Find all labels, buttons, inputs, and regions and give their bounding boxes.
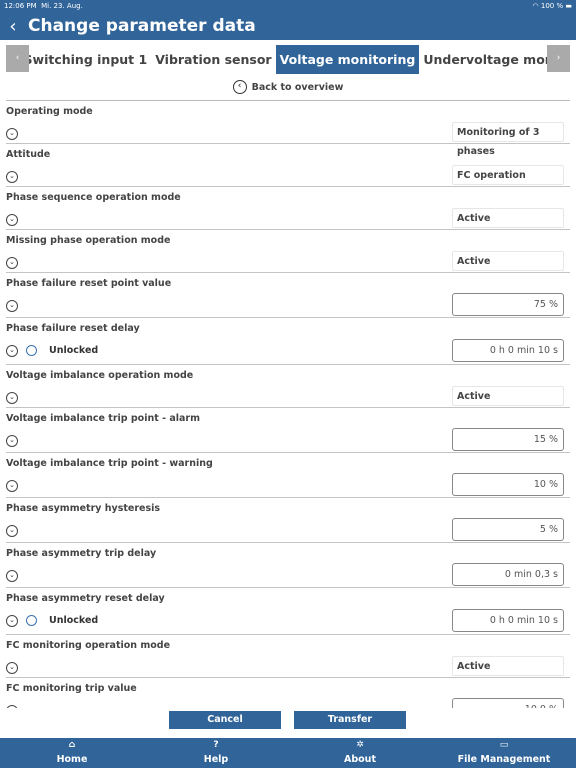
parameter-label: Phase sequence operation mode [6, 192, 181, 203]
expand-chevron-down-icon[interactable]: ⌄ [6, 704, 18, 708]
parameter-input[interactable]: 75 % [452, 293, 564, 316]
parameter-select[interactable]: Active [452, 656, 564, 676]
status-date: Mi. 23. Aug. [41, 2, 83, 10]
back-to-overview-link[interactable]: ‹ Back to overview [0, 80, 576, 94]
lock-toggle-radio[interactable] [26, 615, 37, 626]
expand-chevron-down-icon[interactable]: ⌄ [6, 127, 18, 140]
parameter-row: Voltage imbalance trip point - alarm ⌄ 15 … [6, 408, 570, 453]
parameter-row: Phase asymmetry trip delay ⌄ 0 min 0,3 s [6, 543, 570, 588]
expand-chevron-down-icon[interactable]: ⌄ [6, 434, 18, 447]
expand-chevron-down-icon[interactable]: ⌄ [6, 391, 18, 404]
status-bar: 12:06 PM Mi. 23. Aug. ◠ 100 % ▬ [0, 0, 576, 12]
tab-bar: e 2Switching input 1Vibration sensorVolt… [6, 45, 570, 74]
parameter-label: FC monitoring trip value [6, 683, 137, 694]
parameter-label: Attitude [6, 149, 51, 160]
nav-label: Help [203, 754, 229, 765]
battery-icon: ▬ [565, 2, 572, 10]
question-icon: ? [213, 740, 219, 750]
parameter-select[interactable]: Active [452, 208, 564, 228]
parameter-row: Voltage imbalance trip point - warning ⌄ 1… [6, 453, 570, 498]
wifi-icon: ◠ [532, 2, 539, 10]
parameter-row: Missing phase operation mode ⌄ Active [6, 230, 570, 273]
parameter-label: Operating mode [6, 106, 93, 117]
expand-chevron-down-icon[interactable]: ⌄ [6, 569, 18, 582]
parameter-select[interactable]: Active [452, 251, 564, 271]
parameter-row: Phase asymmetry reset delay ⌄ Unlocked 0 h … [6, 588, 570, 635]
nav-about[interactable]: ✲ About [288, 738, 432, 768]
expand-chevron-down-icon[interactable]: ⌄ [6, 479, 18, 492]
tab-vibration-sensor[interactable]: Vibration sensor [151, 45, 275, 74]
expand-chevron-down-icon[interactable]: ⌄ [6, 213, 18, 226]
parameter-row: Phase failure reset delay ⌄ Unlocked 0 h 0 … [6, 318, 570, 365]
parameter-label: Phase failure reset delay [6, 323, 140, 334]
nav-file-management[interactable]: ▭ File Management [432, 738, 576, 768]
lock-status: Unlocked [49, 345, 99, 356]
back-chevron-left-icon[interactable]: ‹ [0, 16, 26, 37]
expand-chevron-down-icon[interactable]: ⌄ [6, 524, 18, 537]
header: ‹ Change parameter data [0, 12, 576, 40]
parameter-input[interactable]: 10,0 % [452, 698, 564, 708]
parameter-input[interactable]: 0 h 0 min 10 s [452, 339, 564, 362]
page-title: Change parameter data [28, 16, 256, 36]
nav-label: Home [56, 754, 88, 765]
lock-toggle-radio[interactable] [26, 345, 37, 356]
parameter-row: Phase asymmetry hysteresis ⌄ 5 % [6, 498, 570, 543]
circle-chevron-left-icon: ‹ [232, 80, 247, 94]
parameter-row: FC monitoring trip value ⌄ 10,0 % [6, 678, 570, 708]
nav-help[interactable]: ? Help [144, 738, 288, 768]
parameter-label: Phase asymmetry reset delay [6, 593, 165, 604]
expand-chevron-down-icon[interactable]: ⌄ [6, 299, 18, 312]
footer-nav: ⌂ Home? Help ✲ About ▭ File Management [0, 738, 576, 768]
nav-label: About [344, 754, 376, 765]
parameter-row: FC monitoring operation mode ⌄ Active [6, 635, 570, 678]
expand-chevron-down-icon[interactable]: ⌄ [6, 256, 18, 269]
parameter-row: Attitude ⌄ FC operation [6, 144, 570, 187]
parameter-input[interactable]: 0 h 0 min 10 s [452, 609, 564, 632]
tab-switching-input-1[interactable]: Switching input 1 [20, 45, 152, 74]
parameter-label: Voltage imbalance trip point - warning [6, 458, 213, 469]
parameter-label: Missing phase operation mode [6, 235, 171, 246]
parameter-label: Phase asymmetry hysteresis [6, 503, 161, 514]
parameter-input[interactable]: 0 min 0,3 s [452, 563, 564, 586]
battery-level: 100 % [540, 2, 564, 10]
parameter-label: Phase asymmetry trip delay [6, 548, 157, 559]
parameter-label: Phase failure reset point value [6, 278, 172, 289]
transfer-button[interactable]: Transfer [294, 711, 406, 729]
parameter-select[interactable]: Active [452, 386, 564, 406]
gear-icon: ✲ [356, 740, 364, 750]
back-to-overview-label: Back to overview [251, 81, 344, 93]
tab-scroll-left-icon[interactable]: ‹ [6, 45, 29, 72]
expand-chevron-down-icon[interactable]: ⌄ [6, 170, 18, 183]
cancel-button[interactable]: Cancel [169, 711, 281, 729]
parameter-row: Phase failure reset point value ⌄ 75 % [6, 273, 570, 318]
expand-chevron-down-icon[interactable]: ⌄ [6, 614, 18, 627]
tab-scroll-right-icon[interactable]: › [547, 45, 570, 72]
parameter-list[interactable]: Operating mode ⌄ Monitoring of 3 phases Att… [6, 100, 570, 708]
nav-home[interactable]: ⌂ Home [0, 738, 144, 768]
parameter-row: Voltage imbalance operation mode ⌄ Active [6, 365, 570, 408]
parameter-row: Phase sequence operation mode ⌄ Active [6, 187, 570, 230]
tray-icon: ▭ [499, 740, 509, 750]
parameter-input[interactable]: 10 % [452, 473, 564, 496]
parameter-input[interactable]: 15 % [452, 428, 564, 451]
lock-status: Unlocked [49, 615, 99, 626]
parameter-label: FC monitoring operation mode [6, 640, 171, 651]
parameter-select[interactable]: Monitoring of 3 phases [452, 122, 564, 157]
nav-label: File Management [457, 754, 551, 765]
status-time: 12:06 PM [4, 2, 37, 10]
tab-voltage-monitoring[interactable]: Voltage monitoring [275, 45, 420, 74]
parameter-label: Voltage imbalance trip point - alarm [6, 413, 200, 424]
parameter-select[interactable]: FC operation [452, 165, 564, 185]
expand-chevron-down-icon[interactable]: ⌄ [6, 344, 18, 357]
parameter-input[interactable]: 5 % [452, 518, 564, 541]
expand-chevron-down-icon[interactable]: ⌄ [6, 661, 18, 674]
home-icon: ⌂ [68, 740, 76, 750]
parameter-label: Voltage imbalance operation mode [6, 370, 194, 381]
parameter-row: Operating mode ⌄ Monitoring of 3 phases [6, 101, 570, 157]
